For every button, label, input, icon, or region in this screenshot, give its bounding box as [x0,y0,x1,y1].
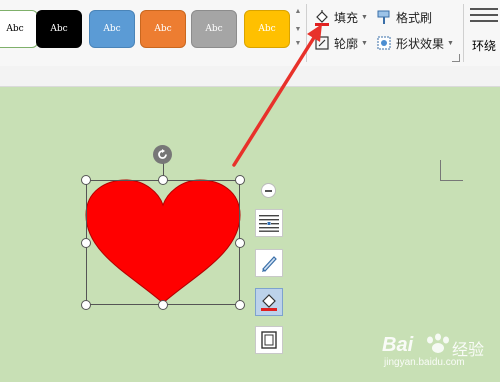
selection-frame [86,180,240,305]
watermark-brand: Bai [382,334,414,356]
shape-effects-dropdown-icon[interactable]: ▼ [447,40,454,47]
gallery-more-icon[interactable]: ▼ [293,40,303,47]
group-launcher-icon[interactable] [452,54,460,62]
ribbon-toolbar: Abc Abc Abc Abc Abc Abc ▲ ▼ ▼ 填充 ▼ 格式刷 轮廓 ▼ [0,0,500,67]
fill-dropdown-icon[interactable]: ▼ [361,14,368,21]
format-painter-icon [377,10,390,24]
resize-handle-right[interactable] [235,238,245,248]
resize-handle-left[interactable] [81,238,91,248]
ribbon-divider [306,4,307,62]
shape-effects-button[interactable]: 形状效果 ▼ [376,34,454,52]
layout-options-button[interactable] [255,209,283,237]
gallery-scroll[interactable]: ▲ ▼ ▼ [293,6,303,56]
rotate-handle[interactable] [153,145,172,164]
resize-handle-bottom[interactable] [158,300,168,310]
style-swatch[interactable]: Abc [244,10,290,48]
scroll-up-icon[interactable]: ▲ [293,8,303,15]
wrap-label: 环绕 [472,39,497,53]
rotate-icon [158,149,167,159]
scroll-down-icon[interactable]: ▼ [293,26,303,33]
ribbon-divider [463,4,464,62]
minus-icon [265,189,272,192]
resize-handle-bottom-right[interactable] [235,300,245,310]
outline-style-button[interactable] [255,249,283,277]
layout-options-icon [259,215,279,232]
frame-icon [261,331,277,349]
page-corner-marker [440,160,463,181]
resize-handle-bottom-left[interactable] [81,300,91,310]
watermark-domain: jingyan.baidu.com [384,357,465,368]
baidu-jingyan-watermark: Bai 经验 jingyan.baidu.com [378,328,498,370]
style-swatch[interactable]: Abc [191,10,237,48]
fill-button[interactable]: 填充 ▼ [314,8,368,26]
resize-handle-top-right[interactable] [235,175,245,185]
style-swatch[interactable]: Abc [0,10,38,48]
shape-effects-label: 形状效果 [396,36,445,51]
outline-icon [315,36,329,50]
format-painter-label: 格式刷 [396,10,433,25]
style-swatch[interactable]: Abc [36,10,82,48]
fill-label: 填充 [334,10,359,25]
wrap-button[interactable]: 环绕 [470,2,500,62]
style-swatch[interactable]: Abc [89,10,135,48]
style-swatch[interactable]: Abc [140,10,186,48]
shape-fill-button[interactable] [255,288,283,316]
outline-dropdown-icon[interactable]: ▼ [361,40,368,47]
resize-handle-top-left[interactable] [81,175,91,185]
fill-bucket-icon [261,294,277,311]
outline-label: 轮廓 [334,36,359,51]
shape-frame-button[interactable] [255,326,283,354]
shape-effects-icon [377,36,391,50]
collapse-toolbar-button[interactable] [261,183,276,198]
fill-bucket-icon [315,9,329,26]
wrap-text-icon [470,8,498,22]
resize-handle-top[interactable] [158,175,168,185]
pen-icon [262,256,277,272]
ribbon-footer [0,66,500,87]
outline-button[interactable]: 轮廓 ▼ [314,34,368,52]
format-painter-button[interactable]: 格式刷 [376,8,432,26]
